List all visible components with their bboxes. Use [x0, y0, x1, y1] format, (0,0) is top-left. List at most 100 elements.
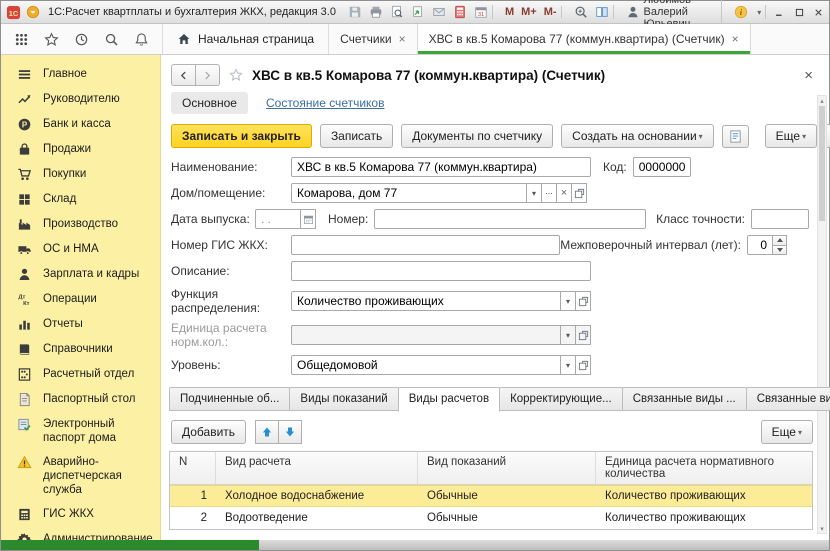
house-input[interactable]: [291, 183, 527, 203]
level-dropdown-icon[interactable]: [560, 355, 576, 375]
name-input[interactable]: [291, 157, 591, 177]
print-icon[interactable]: [369, 5, 383, 19]
close-form-icon[interactable]: [804, 68, 813, 83]
number-input[interactable]: [374, 209, 646, 229]
forward-button[interactable]: [196, 64, 220, 86]
scroll-down-icon[interactable]: [818, 524, 826, 533]
table-row[interactable]: 2 Водоотведение Обычные Количество прожи…: [170, 507, 812, 529]
detail-tab[interactable]: Виды расчетов: [398, 387, 500, 412]
sidebar-item[interactable]: Администрирование: [1, 527, 160, 540]
column-header[interactable]: N: [170, 452, 216, 484]
house-clear-icon[interactable]: [556, 183, 572, 203]
issue-date-calendar-icon[interactable]: [300, 209, 316, 229]
zoom-icon[interactable]: [574, 5, 588, 19]
scrollbar-thumb[interactable]: [819, 106, 825, 221]
search-icon[interactable]: [104, 32, 119, 47]
memory-button[interactable]: M: [505, 6, 514, 18]
more-button[interactable]: Еще: [765, 124, 817, 148]
house-open-icon[interactable]: [571, 183, 587, 203]
table-row[interactable]: 1 Холодное водоснабжение Обычные Количес…: [170, 485, 812, 507]
save-and-close-button[interactable]: Записать и закрыть: [171, 124, 312, 148]
save-icon[interactable]: [348, 5, 362, 19]
create-based-on-button[interactable]: Создать на основании: [561, 124, 714, 148]
sidebar-item[interactable]: Продажи: [1, 137, 160, 162]
tab-close-icon[interactable]: [732, 33, 739, 45]
column-header[interactable]: Вид показаний: [418, 452, 596, 484]
gis-number-input[interactable]: [291, 235, 560, 255]
sidebar-item[interactable]: ОС и НМА: [1, 237, 160, 262]
distribution-input[interactable]: [291, 291, 561, 311]
table-more-button[interactable]: Еще: [761, 420, 813, 444]
scroll-up-icon[interactable]: [818, 96, 826, 105]
house-dropdown-icon[interactable]: [526, 183, 542, 203]
info-menu[interactable]: i: [730, 5, 766, 19]
history-icon[interactable]: [74, 32, 89, 47]
memory-button[interactable]: M-: [544, 6, 557, 18]
column-header[interactable]: Вид расчета: [216, 452, 418, 484]
favorite-star-icon[interactable]: [229, 68, 243, 82]
add-row-button[interactable]: Добавить: [171, 420, 246, 444]
apps-icon[interactable]: [14, 32, 29, 47]
send-icon[interactable]: [432, 5, 446, 19]
meter-documents-button[interactable]: Документы по счетчику: [401, 124, 553, 148]
window-tab-label: Счетчики: [340, 32, 391, 46]
accuracy-input[interactable]: [751, 209, 809, 229]
preview-icon[interactable]: [390, 5, 404, 19]
vertical-scrollbar[interactable]: [817, 95, 827, 534]
sidebar-item[interactable]: Расчетный отдел: [1, 362, 160, 387]
sidebar-item[interactable]: ДтКт Операции: [1, 287, 160, 312]
favorites-star-icon[interactable]: [44, 32, 59, 47]
notifications-bell-icon[interactable]: [134, 32, 149, 47]
maximize-button[interactable]: [793, 4, 804, 20]
issue-date-input[interactable]: [255, 209, 301, 229]
code-input[interactable]: [633, 157, 691, 177]
detail-tab[interactable]: Виды показаний: [289, 387, 398, 411]
sidebar-item[interactable]: Руководителю: [1, 87, 160, 112]
sidebar-item[interactable]: Зарплата и кадры: [1, 262, 160, 287]
back-button[interactable]: [171, 64, 196, 86]
sidebar-item[interactable]: Справочники: [1, 337, 160, 362]
detail-tab[interactable]: Подчиненные об...: [169, 387, 290, 411]
interval-down-icon[interactable]: [772, 245, 787, 256]
description-input[interactable]: [291, 261, 591, 281]
window-tab[interactable]: ХВС в кв.5 Комарова 77 (коммун.квартира)…: [417, 24, 751, 54]
level-input[interactable]: [291, 355, 561, 375]
sidebar-item[interactable]: Производство: [1, 212, 160, 237]
house-choose-icon[interactable]: [541, 183, 557, 203]
minimize-button[interactable]: [774, 4, 785, 20]
sidebar-item[interactable]: Покупки: [1, 162, 160, 187]
window-tab[interactable]: Счетчики: [328, 24, 416, 54]
detail-tab[interactable]: Связанные виды ...: [746, 387, 830, 411]
detail-tab[interactable]: Корректирующие...: [499, 387, 623, 411]
move-down-icon[interactable]: [278, 420, 302, 444]
sidebar-item[interactable]: Электронный паспорт дома: [1, 412, 160, 450]
interval-input[interactable]: [747, 235, 773, 255]
home-tab[interactable]: Начальная страница: [162, 24, 328, 54]
sidebar-item[interactable]: Склад: [1, 187, 160, 212]
sidebar-item[interactable]: Главное: [1, 62, 160, 87]
sidebar-item[interactable]: Аварийно-диспетчерская служба: [1, 450, 160, 502]
sidebar-item[interactable]: Отчеты: [1, 312, 160, 337]
save-button[interactable]: Записать: [320, 124, 393, 148]
move-up-icon[interactable]: [255, 420, 279, 444]
sidebar-item[interactable]: Паспортный стол: [1, 387, 160, 412]
sidebar-item-label: Паспортный стол: [43, 392, 135, 406]
level-open-icon[interactable]: [575, 355, 591, 375]
distribution-open-icon[interactable]: [575, 291, 591, 311]
system-menu-icon[interactable]: [26, 5, 40, 19]
sidebar-item[interactable]: Р Банк и касса: [1, 112, 160, 137]
memory-button[interactable]: M+: [521, 6, 537, 18]
column-header[interactable]: Единица расчета нормативного количества: [596, 452, 812, 484]
distribution-dropdown-icon[interactable]: [560, 291, 576, 311]
nav-main-chip[interactable]: Основное: [171, 92, 248, 114]
close-window-button[interactable]: [813, 4, 824, 20]
tab-close-icon[interactable]: [399, 33, 406, 45]
split-icon[interactable]: [595, 5, 609, 19]
sidebar-item[interactable]: ГИС ЖКХ: [1, 502, 160, 527]
reports-button[interactable]: [722, 125, 749, 148]
detail-tab[interactable]: Связанные виды ...: [622, 387, 747, 411]
meter-state-link[interactable]: Состояние счетчиков: [266, 96, 385, 110]
calculator-icon[interactable]: [453, 5, 467, 19]
calendar-icon[interactable]: 31: [474, 5, 488, 19]
export-icon[interactable]: [411, 5, 425, 19]
